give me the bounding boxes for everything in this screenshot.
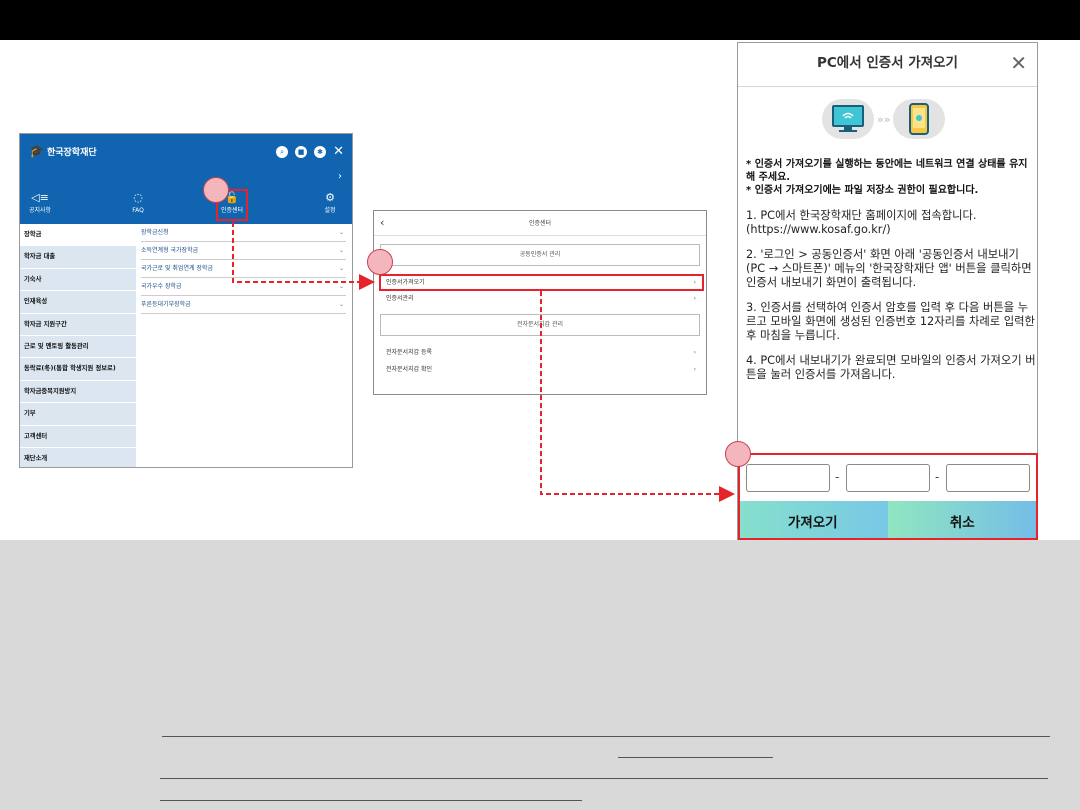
logo-text: 한국장학재단 xyxy=(46,147,97,158)
app-logo: 🎓 한국장학재단 xyxy=(29,144,97,158)
callout-bubble-2 xyxy=(367,249,393,275)
lock-icon[interactable]: ■ xyxy=(295,146,308,158)
submenu-label: 소득연계형 국가장학금 xyxy=(141,247,199,254)
sidebar-item[interactable]: 장학금 xyxy=(20,224,136,247)
dialog-header: PC에서 인증서 가져오기 ✕ xyxy=(738,43,1037,87)
double-arrow-icon: »» xyxy=(877,112,891,126)
sidebar-item[interactable]: 기숙사 xyxy=(20,269,136,292)
callout-bubble-3 xyxy=(725,441,751,467)
sidebar-item[interactable]: 근로 및 멘토링 활동관리 xyxy=(20,336,136,359)
submenu-item[interactable]: 국가근로 및 취업연계 장학금 ⌄ xyxy=(141,260,346,278)
top-black-bar xyxy=(0,0,1080,40)
step-4: 4. PC에서 내보내기가 완료되면 모바일의 인증서 가져오기 버튼을 눌러 … xyxy=(746,354,1036,381)
import-cert-highlight xyxy=(379,274,704,291)
sidebar-item[interactable]: 동락료(冬)(통합 학생지원 정보로) xyxy=(20,358,136,381)
dialog-title: PC에서 인증서 가져오기 xyxy=(817,55,958,71)
item-label: 인증서관리 xyxy=(386,295,414,302)
chevron-down-icon: ⌄ xyxy=(338,301,344,308)
app-header: 🎓 한국장학재단 ⌕ ■ ✱ ✕ › ◁≡ 공지사항 ◌ FAQ 🔓 인증센터 … xyxy=(20,134,352,224)
underline-1 xyxy=(162,736,1050,737)
sidebar: 장학금 학자금 대출 기숙사 인재육성 학자금 지원구간 근로 및 멘토링 활동… xyxy=(20,224,136,467)
nav-faq[interactable]: ◌ FAQ xyxy=(108,191,168,215)
chevron-right-icon[interactable]: › xyxy=(338,171,342,182)
smartphone-icon xyxy=(893,99,946,139)
submenu-list: 장학금신청 ⌄ 소득연계형 국가장학금 ⌄ 국가근로 및 취업연계 장학금 ⌄ 국가우… xyxy=(136,224,352,314)
nav-label: 설정 xyxy=(324,207,336,214)
submenu-item[interactable]: 장학금신청 ⌄ xyxy=(141,224,346,242)
gear-icon: ⚙ xyxy=(325,191,335,204)
submenu-label: 푸른등대기부장학금 xyxy=(141,301,191,308)
sidebar-item[interactable]: 학자금 대출 xyxy=(20,246,136,269)
section-header-cert: 공동인증서 관리 xyxy=(380,244,700,266)
app-nav: ◁≡ 공지사항 ◌ FAQ 🔓 인증센터 ⚙ 설정 xyxy=(20,191,352,221)
chat-icon: ◌ xyxy=(133,191,143,204)
bottom-content-area xyxy=(0,540,1080,810)
chevron-right-icon: › xyxy=(693,366,696,373)
note-permission: * 인증서 가져오기에는 파일 저장소 권한이 필요합니다. xyxy=(746,185,979,196)
sidebar-item[interactable]: 재단소개 xyxy=(20,448,136,467)
app-main-screen: 🎓 한국장학재단 ⌕ ■ ✱ ✕ › ◁≡ 공지사항 ◌ FAQ 🔓 인증센터 … xyxy=(19,133,353,468)
callout-bubble-1 xyxy=(203,177,229,203)
submenu-item[interactable]: 국가우수 장학금 ⌄ xyxy=(141,278,346,296)
underline-4 xyxy=(160,800,582,801)
close-icon[interactable]: ✕ xyxy=(333,145,344,158)
pc-to-phone-illustration: »» xyxy=(822,99,946,139)
underline-3 xyxy=(160,778,1048,779)
manage-cert-item[interactable]: 인증서관리 › xyxy=(380,291,700,307)
sidebar-item[interactable]: 기부 xyxy=(20,403,136,426)
header-icons: ⌕ ■ ✱ ✕ xyxy=(276,145,344,158)
submenu-label: 국가근로 및 취업연계 장학금 xyxy=(141,265,213,272)
sidebar-item[interactable]: 학자금중복지원방지 xyxy=(20,381,136,404)
item-label: 전자문서지갑 확인 xyxy=(386,366,433,373)
item-label: 전자문서지갑 등록 xyxy=(386,349,433,356)
graduation-cap-icon: 🎓 xyxy=(29,144,44,158)
submenu-label: 장학금신청 xyxy=(141,229,169,236)
speaker-icon: ◁≡ xyxy=(31,191,49,204)
nav-settings[interactable]: ⚙ 설정 xyxy=(300,191,352,215)
submenu-item[interactable]: 소득연계형 국가장학금 ⌄ xyxy=(141,242,346,260)
submenu-item[interactable]: 푸른등대기부장학금 ⌄ xyxy=(141,296,346,314)
underline-2 xyxy=(618,757,773,758)
gear-icon[interactable]: ✱ xyxy=(314,146,327,158)
code-area-highlight xyxy=(738,453,1038,540)
cert-center-screen: ‹ 인증센터 공동인증서 관리 인증서가져오기 › 인증서관리 › 전자문서지갑 관… xyxy=(373,210,707,395)
screen-title: 인증센터 xyxy=(528,220,552,227)
step-2: 2. '로그인 > 공동인증서' 화면 아래 '공동인증서 내보내기(PC → … xyxy=(746,248,1032,289)
wallet-check-item[interactable]: 전자문서지갑 확인 › xyxy=(380,362,700,378)
step-3: 3. 인증서를 선택하여 인증서 암호를 입력 후 다음 버튼을 누르고 모바일… xyxy=(746,301,1035,342)
sidebar-item[interactable]: 인재육성 xyxy=(20,291,136,314)
monitor-icon xyxy=(822,99,874,139)
search-icon[interactable]: ⌕ xyxy=(276,146,289,158)
dialog-notes: * 인증서 가져오기를 실행하는 동안에는 네트워크 연결 상태를 유지해 주세… xyxy=(746,158,1036,197)
wallet-register-item[interactable]: 전자문서지갑 등록 › xyxy=(380,345,700,361)
instruction-slide: 🎓 한국장학재단 ⌕ ■ ✱ ✕ › ◁≡ 공지사항 ◌ FAQ 🔓 인증센터 … xyxy=(0,0,1080,810)
sidebar-item[interactable]: 고객센터 xyxy=(20,426,136,448)
chevron-right-icon: › xyxy=(693,295,696,302)
submenu-label: 국가우수 장학금 xyxy=(141,283,182,290)
chevron-right-icon: › xyxy=(693,349,696,356)
dialog-steps: 1. PC에서 한국장학재단 홈페이지에 접속합니다. (https://www… xyxy=(746,209,1037,393)
sidebar-item[interactable]: 학자금 지원구간 xyxy=(20,314,136,336)
nav-notice[interactable]: ◁≡ 공지사항 xyxy=(20,191,70,215)
step-1: 1. PC에서 한국장학재단 홈페이지에 접속합니다. (https://www… xyxy=(746,209,977,236)
chevron-down-icon: ⌄ xyxy=(338,283,344,290)
nav-label: FAQ xyxy=(132,207,144,214)
chevron-down-icon: ⌄ xyxy=(338,247,344,254)
nav-label: 공지사항 xyxy=(28,207,52,214)
close-icon[interactable]: ✕ xyxy=(1010,51,1027,75)
chevron-down-icon: ⌄ xyxy=(338,229,344,236)
section-header-wallet: 전자문서지갑 관리 xyxy=(380,314,700,336)
note-network: * 인증서 가져오기를 실행하는 동안에는 네트워크 연결 상태를 유지해 주세… xyxy=(746,159,1028,183)
chevron-down-icon: ⌄ xyxy=(338,265,344,272)
divider xyxy=(374,235,706,236)
